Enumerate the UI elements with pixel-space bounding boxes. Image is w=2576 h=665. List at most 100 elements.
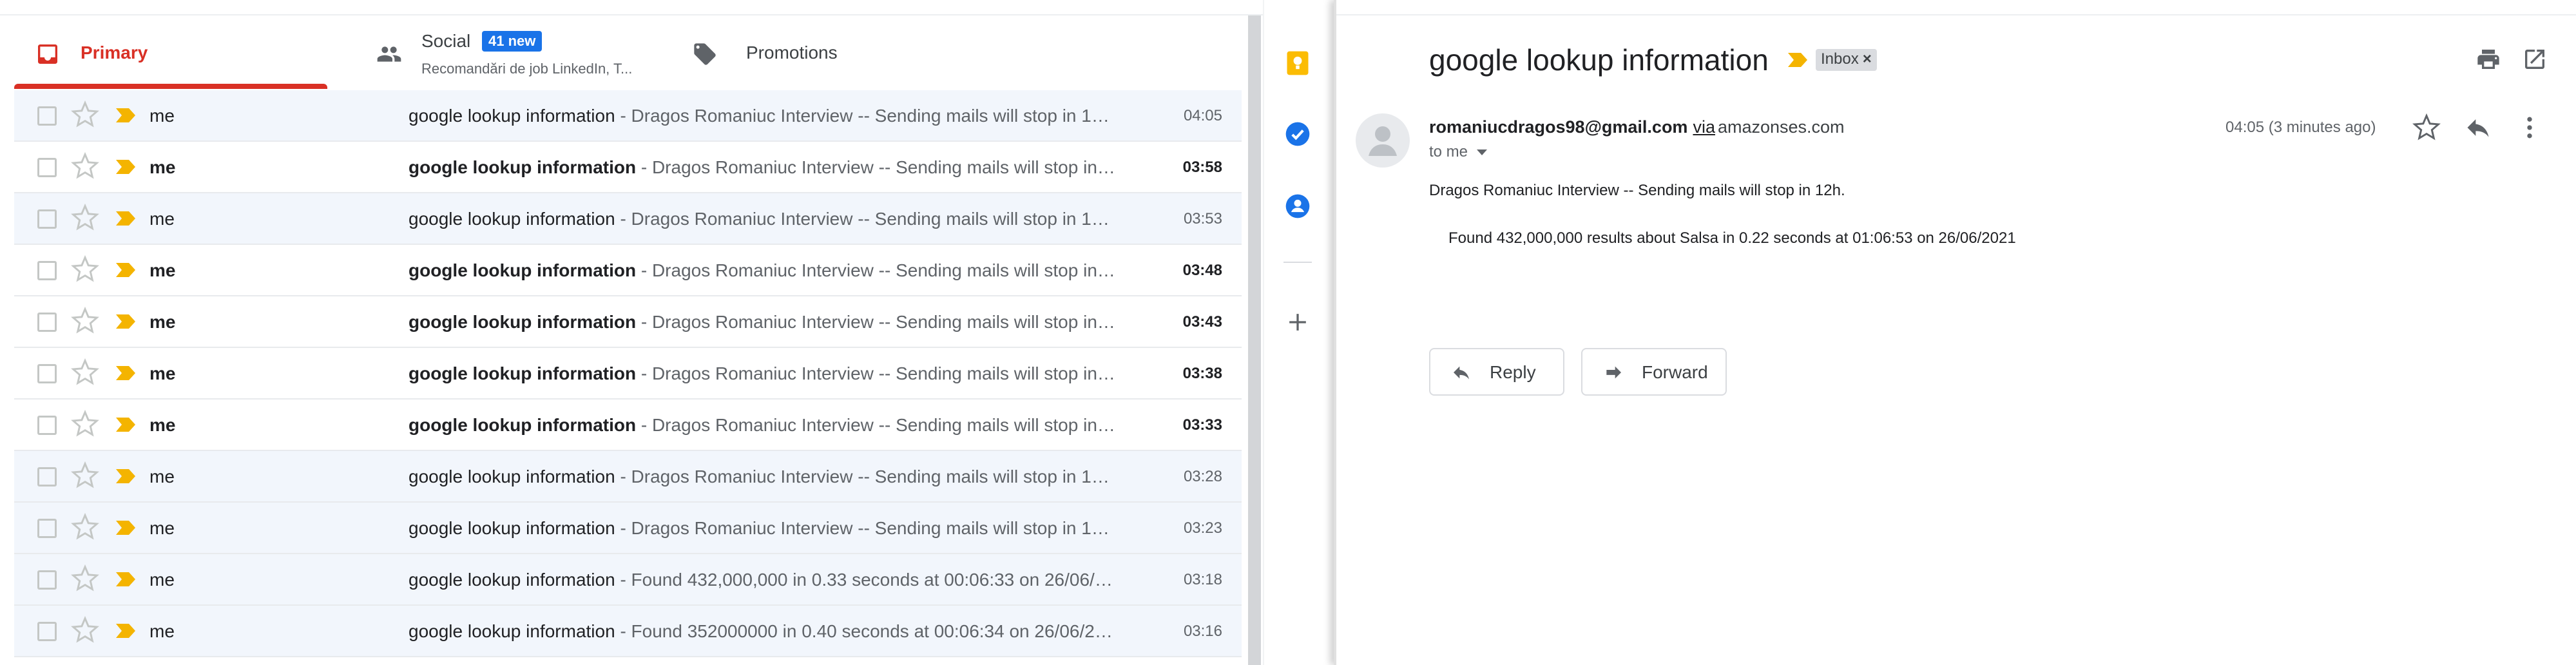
select-checkbox[interactable] [37,570,57,590]
email-row[interactable]: me google lookup information - Dragos Rom… [14,503,1242,554]
email-row[interactable]: me google lookup information - Dragos Rom… [14,296,1242,348]
importance-marker-icon[interactable] [115,622,137,639]
star-icon[interactable] [71,101,99,129]
star-icon[interactable] [71,358,99,387]
email-subject: google lookup information [409,467,615,487]
star-icon[interactable] [2412,113,2441,142]
recipient-text: to me [1429,143,1468,160]
add-icon[interactable] [1283,308,1312,336]
via-link[interactable]: via [1693,117,1715,137]
contacts-icon[interactable] [1283,192,1312,220]
select-checkbox[interactable] [37,519,57,538]
select-checkbox[interactable] [37,622,57,641]
reply-icon[interactable] [2464,113,2492,142]
select-checkbox[interactable] [37,364,57,383]
email-subject: google lookup information [409,106,615,126]
keep-icon[interactable] [1283,49,1312,77]
tag-icon [694,43,716,65]
chevron-down-icon [1477,149,1488,156]
email-sender: me [149,467,175,487]
inbox-scrollbar[interactable] [1248,15,1261,665]
sender-line: romaniucdragos98@gmail.com via amazonses.c… [1429,117,1845,137]
email-row[interactable]: me google lookup information - Dragos Rom… [14,348,1242,400]
email-snippet: - Dragos Romaniuc Interview -- Sending m… [640,260,1117,280]
side-panel [1263,0,1334,665]
star-icon[interactable] [71,204,99,232]
sender-avatar [1356,113,1410,168]
email-subject-snippet: google lookup information - Dragos Roman… [409,518,1117,539]
email-snippet: - Found 352000000 in 0.40 seconds at 00:… [615,621,1117,641]
email-time: 03:58 [1182,159,1222,176]
top-divider [1336,14,2576,15]
email-sender: me [149,157,176,177]
importance-marker-icon[interactable] [115,365,137,381]
select-checkbox[interactable] [37,158,57,177]
message-timestamp: 04:05 (3 minutes ago) [2225,119,2376,136]
importance-marker-icon[interactable] [1786,52,1809,68]
inbox-icon [38,44,57,64]
select-checkbox[interactable] [37,209,57,229]
select-checkbox[interactable] [37,416,57,435]
email-subject: google lookup information [409,621,615,641]
email-sender: me [149,621,175,641]
importance-marker-icon[interactable] [115,468,137,485]
select-checkbox[interactable] [37,261,57,280]
importance-marker-icon[interactable] [115,210,137,227]
email-subject: google lookup information [409,415,637,435]
star-icon[interactable] [71,616,99,644]
email-row[interactable]: me google lookup information - Dragos Rom… [14,193,1242,245]
recipient-details-toggle[interactable]: to me [1429,143,1488,161]
email-row[interactable]: me google lookup information - Found 3520… [14,606,1242,657]
email-time: 03:16 [1183,622,1222,640]
email-time: 04:05 [1183,107,1222,124]
importance-marker-icon[interactable] [115,519,137,536]
importance-marker-icon[interactable] [115,262,137,278]
reply-icon [1454,366,1469,380]
reply-button-label: Reply [1490,362,1536,382]
importance-marker-icon[interactable] [115,107,137,124]
print-icon[interactable] [2475,46,2501,72]
email-row[interactable]: me google lookup information - Dragos Rom… [14,451,1242,503]
email-subject: google lookup information [409,518,615,538]
open-in-new-window-icon[interactable] [2522,46,2548,72]
tasks-icon[interactable] [1283,120,1312,148]
star-icon[interactable] [71,513,99,541]
forward-button[interactable]: Forward [1581,348,1727,396]
email-row[interactable]: me google lookup information - Dragos Rom… [14,90,1242,142]
email-subject-snippet: google lookup information - Found 352000… [409,621,1117,642]
email-row[interactable]: me google lookup information - Dragos Rom… [14,400,1242,451]
select-checkbox[interactable] [37,313,57,332]
new-count-badge: 41 new [482,31,543,52]
importance-marker-icon[interactable] [115,571,137,588]
email-snippet: - Dragos Romaniuc Interview -- Sending m… [640,415,1117,435]
star-icon[interactable] [71,564,99,593]
star-icon[interactable] [71,307,99,335]
message-body-line: Dragos Romaniuc Interview -- Sending mai… [1429,182,1845,199]
select-checkbox[interactable] [37,106,57,126]
sender-email[interactable]: romaniucdragos98@gmail.com [1429,117,1687,137]
email-sender: me [149,518,175,538]
email-row[interactable]: me google lookup information - Dragos Rom… [14,245,1242,296]
star-icon[interactable] [71,152,99,180]
email-row[interactable]: me google lookup information - Dragos Rom… [14,142,1242,193]
tab-social[interactable]: Social 41 new Recomandări de job LinkedI… [356,15,652,89]
star-icon[interactable] [71,410,99,438]
email-row[interactable]: me google lookup information - Found 432,… [14,554,1242,606]
email-sender: me [149,260,176,280]
importance-marker-icon[interactable] [115,313,137,330]
remove-label-button[interactable]: × [1863,50,1872,68]
star-icon[interactable] [71,255,99,284]
more-options-icon[interactable] [2515,113,2544,142]
active-tab-indicator [14,84,327,89]
importance-marker-icon[interactable] [115,159,137,175]
email-time: 03:18 [1183,571,1222,588]
tab-primary[interactable]: Primary [14,15,327,89]
tab-promotions[interactable]: Promotions [671,15,968,89]
star-icon[interactable] [71,461,99,490]
forward-icon [1606,366,1621,379]
reply-button[interactable]: Reply [1429,348,1564,396]
select-checkbox[interactable] [37,467,57,487]
email-subject-snippet: google lookup information - Dragos Roman… [409,363,1117,384]
importance-marker-icon[interactable] [115,416,137,433]
category-tabs: Primary Social 41 new Recomandări de job… [14,15,1251,89]
